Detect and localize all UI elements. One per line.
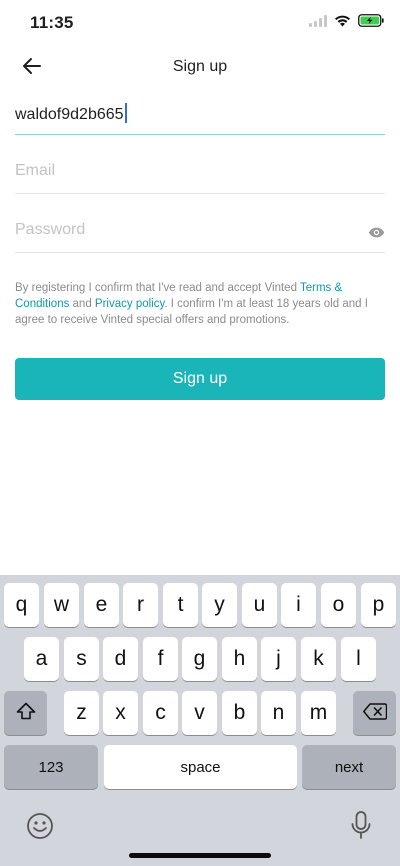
key-d[interactable]: d — [103, 637, 138, 681]
navigation-bar: Sign up — [0, 46, 400, 90]
microphone-icon[interactable] — [350, 810, 372, 847]
backspace-icon — [362, 702, 387, 724]
key-s[interactable]: s — [64, 637, 99, 681]
key-t[interactable]: t — [163, 583, 198, 627]
shift-icon — [16, 702, 36, 724]
password-placeholder: Password — [15, 221, 86, 238]
email-placeholder: Email — [15, 162, 56, 179]
email-field[interactable]: Email — [15, 154, 385, 194]
key-h[interactable]: h — [222, 637, 257, 681]
sign-up-button[interactable]: Sign up — [15, 358, 385, 400]
key-x[interactable]: x — [103, 691, 138, 735]
key-e[interactable]: e — [84, 583, 119, 627]
key-l[interactable]: l — [341, 637, 376, 681]
key-f[interactable]: f — [143, 637, 178, 681]
key-z[interactable]: z — [64, 691, 99, 735]
key-m[interactable]: m — [301, 691, 336, 735]
key-n[interactable]: n — [261, 691, 296, 735]
show-password-eye-icon[interactable] — [368, 225, 385, 243]
key-c[interactable]: c — [143, 691, 178, 735]
password-field[interactable]: Password — [15, 213, 385, 253]
home-indicator[interactable] — [129, 853, 271, 858]
key-v[interactable]: v — [182, 691, 217, 735]
key-j[interactable]: j — [261, 637, 296, 681]
status-time: 11:35 — [30, 13, 74, 32]
next-key[interactable]: next — [302, 745, 396, 789]
privacy-policy-link[interactable]: Privacy policy — [95, 298, 164, 310]
on-screen-keyboard: q w e r t y u i o p a s d f g h j k l z … — [0, 575, 400, 866]
key-o[interactable]: o — [321, 583, 356, 627]
key-g[interactable]: g — [182, 637, 217, 681]
key-a[interactable]: a — [24, 637, 59, 681]
key-y[interactable]: y — [202, 583, 237, 627]
sign-up-screen: 11:35 Sign up waldof9d2b665 Email Passwo… — [0, 0, 400, 866]
terms-text: By registering I confirm that I've read … — [15, 282, 368, 326]
key-q[interactable]: q — [4, 583, 39, 627]
cellular-signal-icon — [309, 14, 327, 32]
key-k[interactable]: k — [301, 637, 336, 681]
username-input-value: waldof9d2b665 — [15, 103, 127, 124]
status-bar: 11:35 — [0, 0, 400, 46]
key-i[interactable]: i — [281, 583, 316, 627]
text-caret — [124, 103, 127, 123]
username-field[interactable]: waldof9d2b665 — [15, 95, 385, 135]
key-p[interactable]: p — [361, 583, 396, 627]
numbers-key[interactable]: 123 — [4, 745, 98, 789]
shift-key[interactable] — [4, 691, 47, 735]
wifi-icon — [334, 14, 351, 32]
key-u[interactable]: u — [242, 583, 277, 627]
key-w[interactable]: w — [44, 583, 79, 627]
space-key[interactable]: space — [104, 745, 297, 789]
delete-key[interactable] — [353, 691, 396, 735]
emoji-icon[interactable] — [26, 812, 54, 845]
key-r[interactable]: r — [123, 583, 158, 627]
battery-charging-icon — [358, 14, 384, 32]
page-title: Sign up — [172, 58, 228, 75]
status-icons — [309, 14, 384, 32]
key-b[interactable]: b — [222, 691, 257, 735]
